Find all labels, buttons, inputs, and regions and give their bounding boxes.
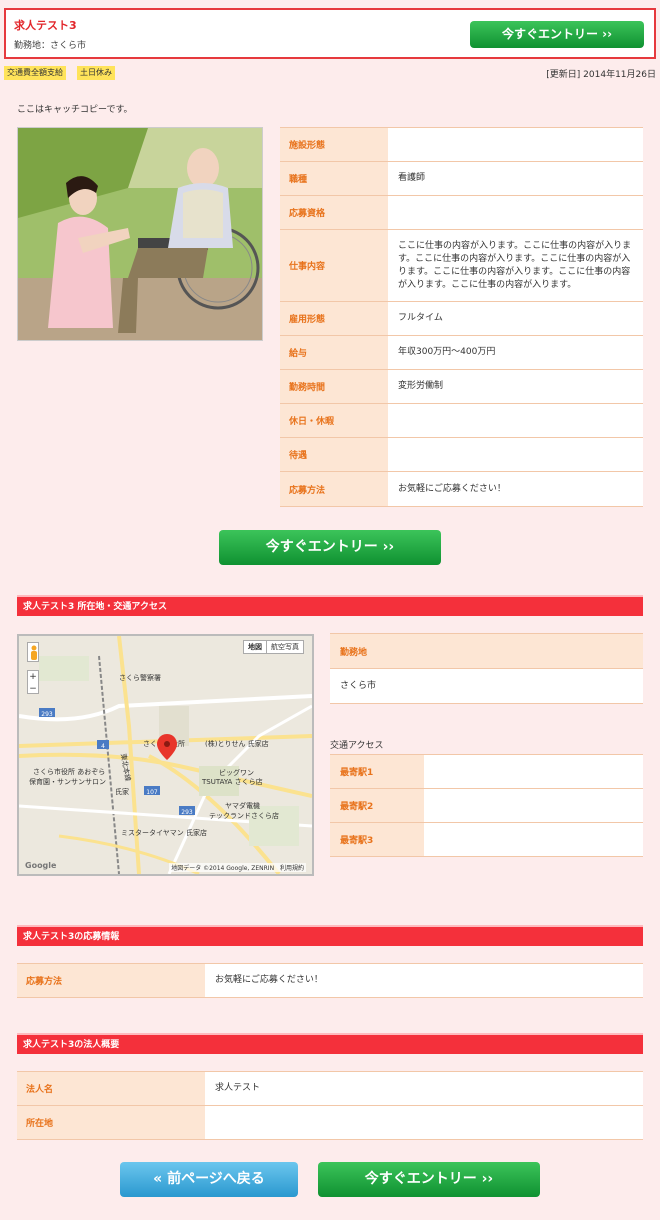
table-row: 仕事内容 ここに仕事の内容が入ります。ここに仕事の内容が入ります。ここに仕事の内容… [280, 229, 643, 302]
station-value [424, 788, 643, 823]
zoom-out-button[interactable]: − [28, 683, 38, 695]
tag-weekend-off: 土日休み [77, 66, 115, 80]
table-row: 最寄駅1 [330, 754, 643, 789]
table-row: 最寄駅3 [330, 822, 643, 857]
map-label-bigwan: ビッグワン [219, 768, 254, 777]
corp-label: 所在地 [17, 1105, 205, 1140]
detail-label: 雇用形態 [280, 301, 388, 336]
station-table: 最寄駅1 最寄駅2 最寄駅3 [330, 754, 643, 857]
station-value [424, 822, 643, 857]
table-row: 職種 看護師 [280, 161, 643, 196]
table-row: 雇用形態 フルタイム [280, 301, 643, 336]
table-row: 待遇 [280, 437, 643, 472]
tag-transport: 交通費全額支給 [4, 66, 66, 80]
location-label: 勤務地 [330, 633, 643, 669]
map-label-mister-tireman: ミスタータイヤマン 氏家店 [121, 828, 207, 837]
map-widget[interactable]: 293 4 107 293 さくら警察署 さくら市役所 (株)とりせん 氏家店 … [17, 634, 314, 876]
detail-label: 施設形態 [280, 127, 388, 162]
detail-label: 職種 [280, 161, 388, 196]
detail-value: フルタイム [388, 301, 643, 336]
table-row: 所在地 [17, 1105, 643, 1140]
work-location: 勤務地：さくら市 [14, 41, 87, 51]
table-row: 最寄駅2 [330, 788, 643, 823]
detail-value [388, 195, 643, 230]
entry-button-bottom[interactable]: 今すぐエントリー ›› [318, 1162, 540, 1197]
corp-value: 求人テスト [205, 1071, 643, 1106]
detail-value [388, 403, 643, 438]
detail-value [388, 437, 643, 472]
job-header: 求人テスト3 勤務地：さくら市 今すぐエントリー ›› [4, 8, 656, 59]
location-value: さくら市 [330, 668, 643, 704]
map-type-map-button[interactable]: 地図 [244, 641, 267, 653]
table-row: 施設形態 [280, 127, 643, 162]
map-label-torisen: (株)とりせん 氏家店 [205, 739, 269, 748]
map-route-293-b: 293 [181, 809, 193, 816]
table-row: 応募方法 お気軽にご応募ください！ [17, 963, 643, 998]
map-label-police: さくら警察署 [119, 673, 161, 682]
updated-date: [更新日] 2014年11月26日 [546, 70, 656, 80]
map-label-tsutaya: TSUTAYA さくら店 [201, 777, 263, 786]
station-label: 最寄駅2 [330, 788, 424, 823]
job-title[interactable]: 求人テスト3 [14, 17, 77, 33]
detail-label: 勤務時間 [280, 369, 388, 404]
street-view-icon[interactable] [27, 642, 39, 662]
map-label-nursery: 保育園・サンサンサロン [29, 777, 106, 786]
station-label: 最寄駅1 [330, 754, 424, 789]
detail-label: 給与 [280, 335, 388, 370]
map-label-cityhall-aozora: さくら市役所 あおぞら [33, 767, 105, 776]
map-type-satellite-button[interactable]: 航空写真 [267, 641, 303, 653]
detail-value: お気軽にご応募ください！ [388, 471, 643, 507]
map-copyright: 地図データ ©2014 Google, ZENRIN [171, 865, 275, 872]
station-label: 最寄駅3 [330, 822, 424, 857]
map-label-ujiie: 氏家 [115, 787, 129, 796]
apply-table: 応募方法 お気軽にご応募ください！ [17, 963, 643, 998]
job-details-table: 施設形態 職種 看護師 応募資格 仕事内容 ここに仕事の内容が入ります。ここに仕事の… [280, 127, 643, 507]
detail-label: 待遇 [280, 437, 388, 472]
detail-label: 応募資格 [280, 195, 388, 230]
apply-label: 応募方法 [17, 963, 205, 998]
map-label-yamada: ヤマダ電機 [225, 801, 260, 810]
apply-value: お気軽にご応募ください！ [205, 963, 643, 998]
job-photo [17, 127, 263, 341]
google-logo: Google [25, 861, 57, 870]
table-row: 給与 年収300万円～400万円 [280, 335, 643, 370]
map-label-techland: テックランドさくら店 [209, 811, 279, 820]
catch-copy: ここはキャッチコピーです。 [17, 105, 133, 115]
entry-button-middle[interactable]: 今すぐエントリー ›› [219, 530, 441, 565]
corp-section-title: 求人テスト3の法人概要 [17, 1033, 643, 1054]
corp-table: 法人名 求人テスト 所在地 [17, 1071, 643, 1140]
corp-label: 法人名 [17, 1071, 205, 1106]
apply-section-title: 求人テスト3の応募情報 [17, 925, 643, 946]
detail-label: 休日・休暇 [280, 403, 388, 438]
entry-button-top[interactable]: 今すぐエントリー ›› [470, 21, 644, 48]
detail-value: 変形労働制 [388, 369, 643, 404]
access-section-title: 求人テスト3 所在地・交通アクセス [17, 595, 643, 616]
station-value [424, 754, 643, 789]
table-row: 勤務時間 変形労働制 [280, 369, 643, 404]
map-route-4: 4 [101, 743, 105, 750]
back-button[interactable]: « 前ページへ戻る [120, 1162, 298, 1197]
map-terms-link[interactable]: 利用規約 [280, 865, 304, 872]
detail-value: 看護師 [388, 161, 643, 196]
detail-value: ここに仕事の内容が入ります。ここに仕事の内容が入ります。ここに仕事の内容が入りま… [388, 229, 643, 302]
access-heading: 交通アクセス [330, 741, 384, 751]
table-row: 休日・休暇 [280, 403, 643, 438]
location-table: 勤務地 さくら市 [330, 633, 643, 704]
table-row: 法人名 求人テスト [17, 1071, 643, 1106]
map-route-293-a: 293 [41, 711, 53, 718]
map-route-107: 107 [146, 789, 158, 796]
detail-value: 年収300万円～400万円 [388, 335, 643, 370]
detail-label: 仕事内容 [280, 229, 388, 302]
table-row: 応募資格 [280, 195, 643, 230]
table-row: 応募方法 お気軽にご応募ください！ [280, 471, 643, 507]
zoom-in-button[interactable]: + [28, 671, 38, 683]
detail-value [388, 127, 643, 162]
corp-value [205, 1105, 643, 1140]
detail-label: 応募方法 [280, 471, 388, 507]
